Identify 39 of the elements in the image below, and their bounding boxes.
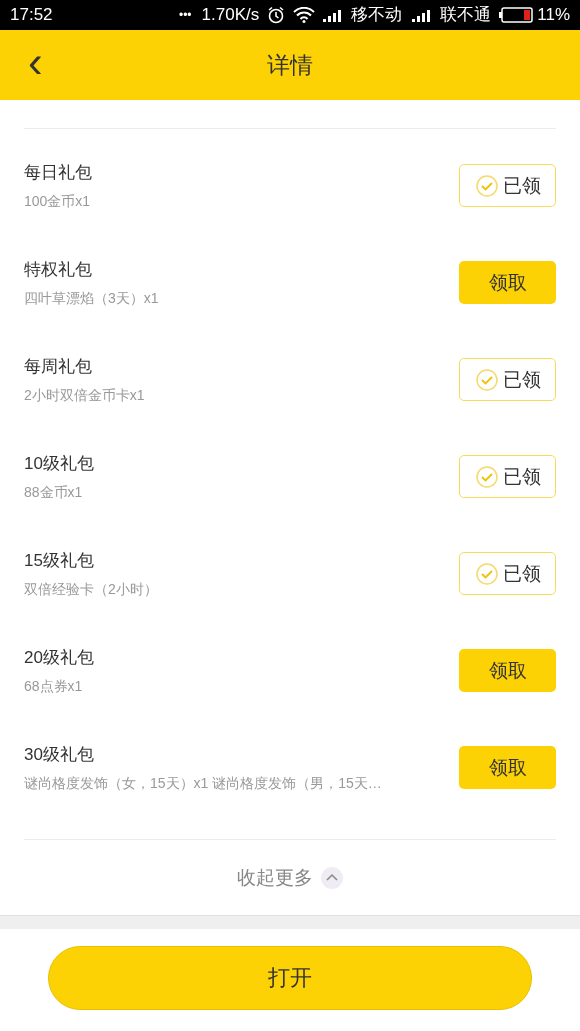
claim-button[interactable]: 领取 — [459, 261, 556, 305]
status-time: 17:52 — [10, 4, 53, 27]
gift-detail: 双倍经验卡（2小时） — [24, 580, 158, 600]
gift-title: 每周礼包 — [24, 355, 93, 378]
battery-percent: 11% — [537, 4, 570, 27]
check-circle-icon — [474, 561, 499, 586]
more-dots: ••• — [178, 7, 192, 25]
carrier-name: 移不动 — [351, 4, 403, 27]
claimed-button[interactable]: 已领 — [459, 455, 556, 499]
gift-title: 10级礼包 — [24, 452, 94, 475]
collapse-button[interactable]: 收起更多 — [237, 863, 313, 893]
gift-detail: 2小时双倍金币卡x1 — [24, 386, 145, 406]
gift-title: 每日礼包 — [24, 161, 92, 184]
gift-title: 15级礼包 — [24, 549, 95, 572]
gift-detail: 100金币x1 — [24, 192, 92, 212]
check-circle-icon — [474, 464, 499, 489]
check-circle-icon — [474, 367, 499, 392]
gift-title: 30级礼包 — [24, 743, 95, 766]
claimed-button[interactable]: 已领 — [459, 164, 556, 208]
gift-title: 20级礼包 — [24, 646, 94, 669]
claim-button[interactable]: 领取 — [459, 746, 556, 790]
back-button[interactable]: ‹ — [28, 44, 43, 81]
battery-icon — [499, 7, 534, 24]
gift-detail: 四叶草漂焰（3天）x1 — [24, 289, 159, 309]
gift-title: 特权礼包 — [24, 258, 93, 281]
page-title: 详情 — [267, 51, 313, 81]
check-circle-icon — [474, 173, 499, 198]
alarm-icon — [267, 6, 286, 25]
claimed-button[interactable]: 已领 — [459, 358, 556, 402]
network-speed: 1.70K/s — [201, 4, 260, 27]
chevron-up-icon — [321, 866, 343, 889]
claim-button[interactable]: 领取 — [459, 649, 556, 693]
gift-detail: 68点券x1 — [24, 677, 84, 697]
carrier-name: 联不通 — [440, 4, 492, 27]
open-button[interactable]: 打开 — [48, 945, 532, 1010]
claimed-button[interactable]: 已领 — [459, 552, 556, 596]
gift-detail: 88金币x1 — [24, 483, 84, 503]
gift-detail: 谜尚格度发饰（女，15天）x1 谜尚格度发饰（男，15天… — [24, 774, 382, 794]
wifi-icon — [293, 7, 316, 24]
